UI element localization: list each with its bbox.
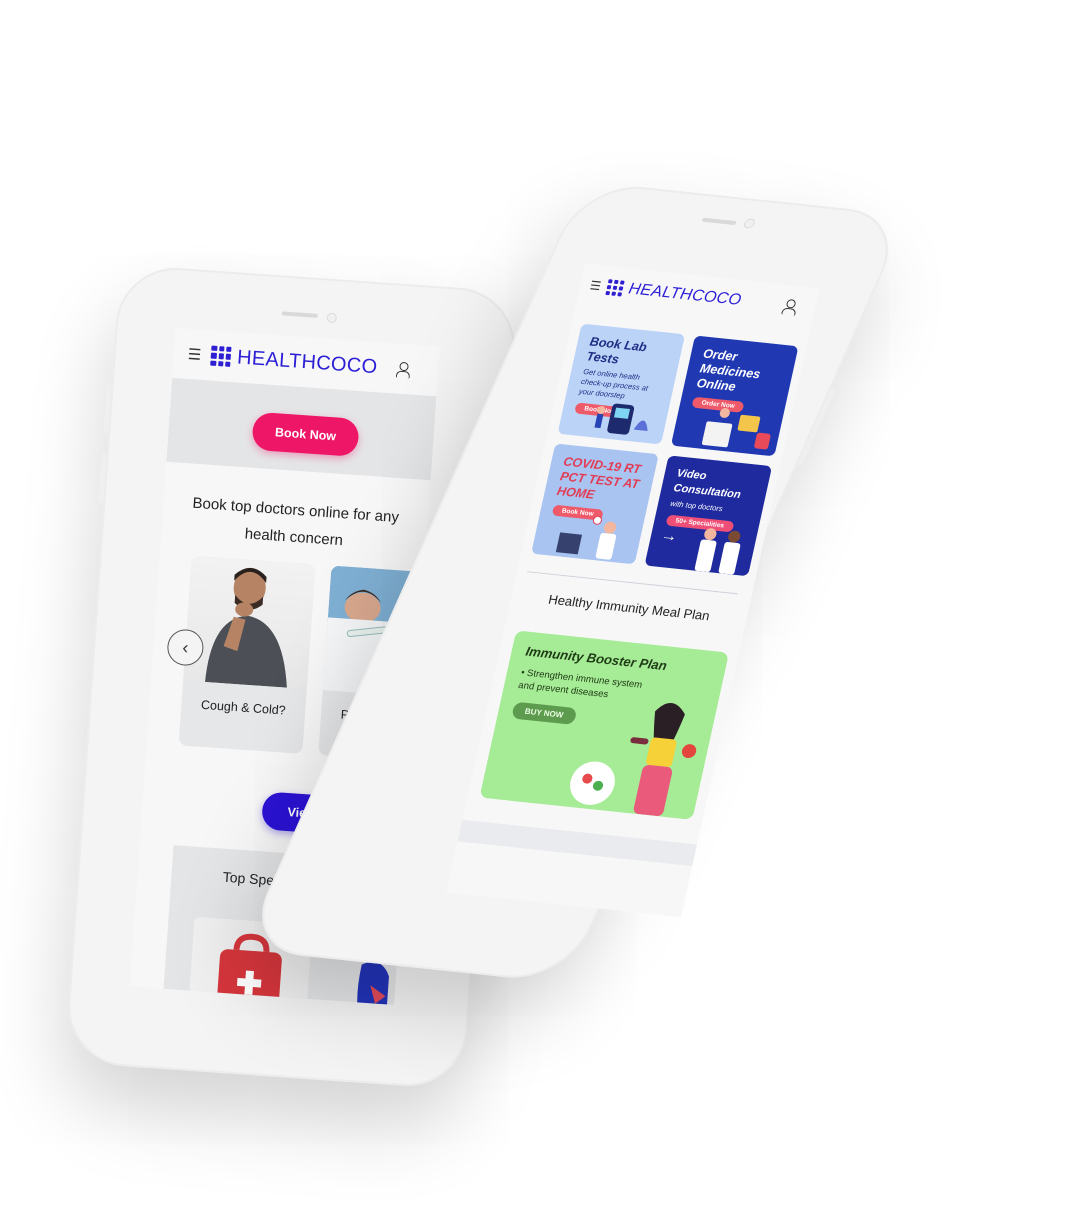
right-screen: ☰ HEALTHCOCO Book Lab Tests Get online h… [446, 263, 820, 918]
speaker [701, 217, 737, 226]
tile-order-medicines[interactable]: Order Medicines Online Order Now [670, 335, 799, 457]
tile-title: Order Medicines Online [695, 346, 762, 394]
power-button [797, 387, 837, 466]
hamburger-icon[interactable]: ☰ [589, 278, 603, 293]
meal-illustration [570, 703, 697, 817]
volume-button [98, 453, 107, 504]
speaker [281, 311, 318, 318]
tile-book-lab-tests[interactable]: Book Lab Tests Get online health check-u… [557, 323, 686, 445]
user-icon[interactable] [781, 299, 798, 316]
tile-title: Book Lab Tests [585, 334, 649, 367]
footer-bar [457, 819, 698, 867]
concern-card-label: Cough & Cold? [200, 697, 287, 718]
user-icon[interactable] [396, 362, 411, 379]
promo-banner: Book Now [166, 377, 437, 481]
camera [326, 312, 338, 324]
brand-name[interactable]: HEALTHCOCO [627, 280, 743, 309]
medicine-illustration [701, 408, 771, 450]
page-headline: Book top doctors online for any health c… [191, 494, 400, 550]
tile-title: Video Consultation [672, 467, 742, 501]
logo-grid-icon [210, 345, 232, 367]
tile-title: COVID-19 RT PCT TEST AT HOME [555, 454, 643, 502]
book-now-button[interactable]: Book Now [251, 411, 360, 458]
meal-section-title: Healthy Immunity Meal Plan [546, 591, 712, 624]
buy-now-button[interactable]: BUY NOW [511, 701, 577, 725]
tile-covid-test[interactable]: COVID-19 RT PCT TEST AT HOME Book Now [531, 443, 659, 565]
app-header: ☰ HEALTHCOCO [575, 263, 820, 330]
hamburger-icon[interactable]: ☰ [187, 345, 202, 364]
doctors-illustration [694, 528, 741, 575]
tile-video-consultation[interactable]: Video Consultation with top doctors 50+ … [644, 455, 773, 577]
arrow-right-icon: → [659, 527, 679, 546]
brand-name[interactable]: HEALTHCOCO [236, 346, 378, 379]
section-divider [526, 571, 739, 595]
lab-illustration [594, 403, 648, 435]
camera [742, 218, 757, 229]
immunity-meal-card[interactable]: Immunity Booster Plan • Strengthen immun… [479, 630, 730, 820]
logo-grid-icon [605, 279, 625, 297]
volume-button [103, 383, 112, 434]
covid-illustration [555, 515, 617, 560]
cough-photo [183, 555, 316, 690]
